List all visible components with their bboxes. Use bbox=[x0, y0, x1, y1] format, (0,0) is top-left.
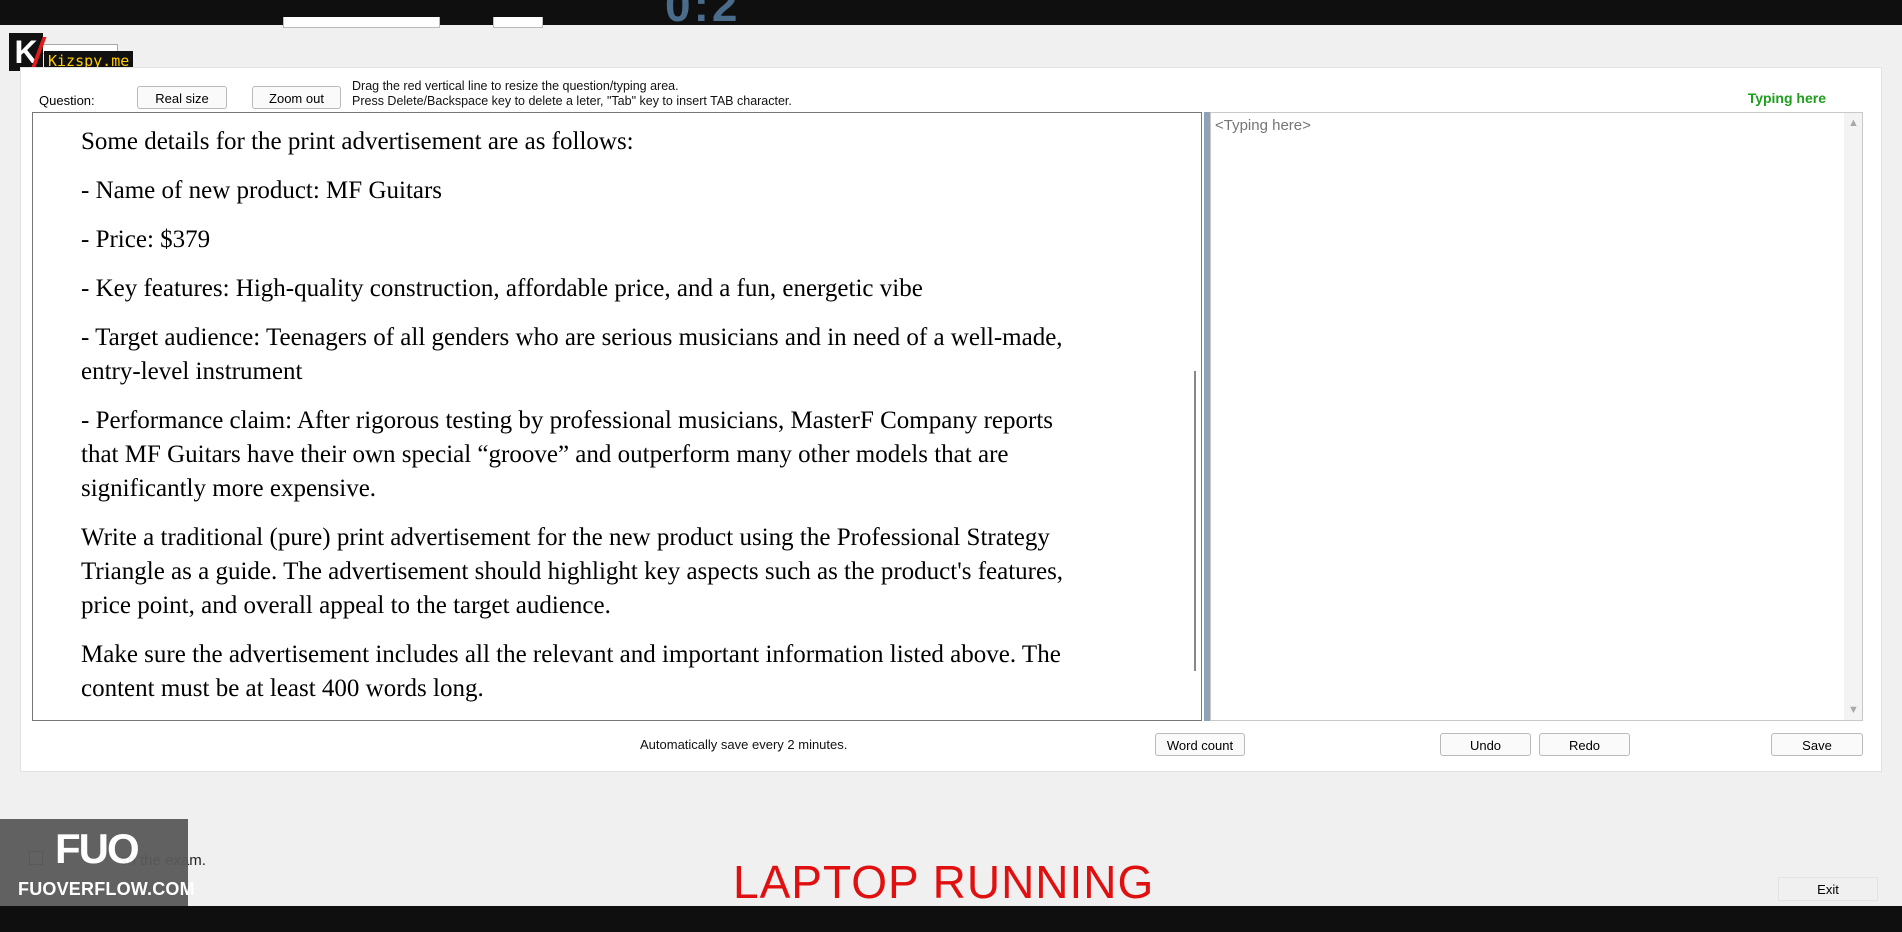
fuoverflow-watermark: FUO FUOVERFLOW.COM bbox=[0, 819, 195, 906]
top-control-stub[interactable] bbox=[283, 17, 440, 28]
fuo-watermark-text: FUOVERFLOW.COM bbox=[18, 879, 195, 899]
hint-line-1: Drag the red vertical line to resize the… bbox=[352, 79, 679, 93]
undo-button[interactable]: Undo bbox=[1440, 733, 1531, 756]
scroll-down-icon[interactable]: ▼ bbox=[1848, 704, 1859, 716]
answer-textarea[interactable] bbox=[1215, 117, 1825, 712]
fuo-logo-icon: FUO bbox=[55, 825, 140, 872]
scroll-up-icon[interactable]: ▲ bbox=[1848, 117, 1859, 129]
exit-button[interactable]: Exit bbox=[1778, 877, 1878, 901]
question-paragraph: - Key features: High-quality constructio… bbox=[81, 275, 923, 302]
question-paragraph: - Performance claim: After rigorous test… bbox=[81, 407, 1054, 502]
typing-scrollbar[interactable]: ▲ ▼ bbox=[1844, 113, 1862, 720]
real-size-button[interactable]: Real size bbox=[137, 86, 227, 109]
question-paragraph: - Target audience: Teenagers of all gend… bbox=[81, 324, 1063, 385]
hint-line-2: Press Delete/Backspace key to delete a l… bbox=[352, 94, 792, 108]
typing-area[interactable]: ▲ ▼ bbox=[1210, 112, 1863, 721]
kizspy-logo-icon: K bbox=[9, 33, 43, 71]
question-paragraph: - Price: $379 bbox=[81, 226, 211, 253]
save-button[interactable]: Save bbox=[1771, 733, 1863, 756]
question-text: Some details for the print advertisement… bbox=[81, 125, 1071, 720]
redo-button[interactable]: Redo bbox=[1539, 733, 1630, 756]
bottom-black-bar bbox=[0, 906, 1902, 932]
top-control-stub[interactable] bbox=[493, 17, 543, 28]
resize-hint: Drag the red vertical line to resize the… bbox=[352, 79, 792, 109]
question-scrollbar[interactable] bbox=[1194, 371, 1196, 671]
question-area[interactable]: Some details for the print advertisement… bbox=[32, 112, 1202, 721]
word-count-button[interactable]: Word count bbox=[1155, 733, 1245, 756]
question-paragraph: Some details for the print advertisement… bbox=[81, 128, 634, 155]
question-paragraph: Write a traditional (pure) print adverti… bbox=[81, 524, 1064, 619]
laptop-running-label: LAPTOP RUNNING bbox=[733, 856, 1155, 908]
question-paragraph: Make sure the advertisement includes all… bbox=[81, 641, 1061, 702]
typing-here-label: Typing here bbox=[1747, 90, 1826, 106]
window-title-partial: 0:2 bbox=[665, 0, 740, 25]
question-label: Question: bbox=[39, 93, 95, 108]
autosave-note: Automatically save every 2 minutes. bbox=[640, 737, 848, 752]
zoom-out-button[interactable]: Zoom out bbox=[252, 86, 341, 109]
question-paragraph: - Name of new product: MF Guitars bbox=[81, 177, 443, 204]
